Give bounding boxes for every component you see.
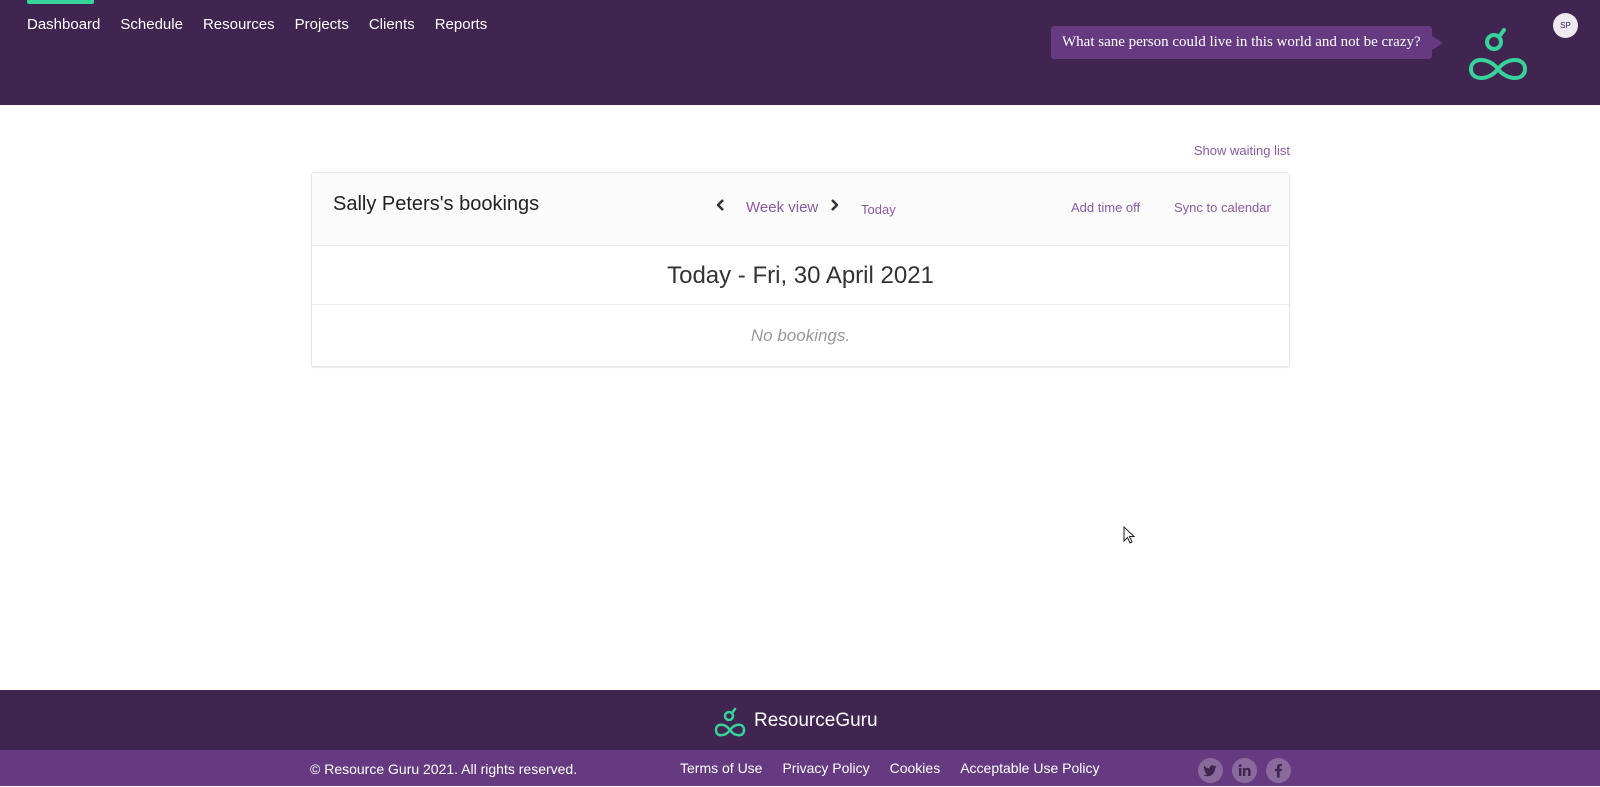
terms-of-use-link[interactable]: Terms of Use — [680, 760, 762, 776]
resource-guru-logo-icon[interactable] — [1467, 25, 1529, 83]
show-waiting-list-link[interactable]: Show waiting list — [1100, 143, 1290, 158]
main-nav: Dashboard Schedule Resources Projects Cl… — [27, 14, 487, 36]
add-time-off-link[interactable]: Add time off — [1071, 200, 1140, 215]
nav-clients[interactable]: Clients — [369, 14, 415, 36]
mouse-cursor-icon — [1123, 526, 1135, 544]
acceptable-use-policy-link[interactable]: Acceptable Use Policy — [960, 760, 1099, 776]
top-navbar: Dashboard Schedule Resources Projects Cl… — [0, 0, 1600, 105]
nav-dashboard[interactable]: Dashboard — [27, 14, 100, 36]
facebook-icon[interactable] — [1266, 758, 1291, 783]
nav-projects[interactable]: Projects — [295, 14, 349, 36]
user-avatar[interactable]: SP — [1553, 13, 1578, 38]
week-view-toggle[interactable]: Week view — [746, 199, 818, 216]
bookings-card-header: Sally Peters's bookings Week view Today … — [312, 173, 1289, 246]
footer-brand-name: ResourceGuru — [754, 710, 878, 731]
bookings-card: Sally Peters's bookings Week view Today … — [311, 172, 1290, 367]
copyright-text: © Resource Guru 2021. All rights reserve… — [310, 761, 578, 777]
footer-links: Terms of Use Privacy Policy Cookies Acce… — [680, 760, 1100, 776]
privacy-policy-link[interactable]: Privacy Policy — [782, 760, 869, 776]
sync-to-calendar-link[interactable]: Sync to calendar — [1174, 200, 1271, 215]
active-nav-indicator — [27, 0, 94, 4]
chevron-left-icon[interactable] — [715, 198, 727, 212]
cookies-link[interactable]: Cookies — [890, 760, 941, 776]
guru-quote-bubble: What sane person could live in this worl… — [1051, 26, 1443, 59]
nav-resources[interactable]: Resources — [203, 14, 275, 36]
nav-schedule[interactable]: Schedule — [120, 14, 183, 36]
today-button[interactable]: Today — [861, 202, 896, 217]
chevron-right-icon[interactable] — [828, 198, 840, 212]
nav-reports[interactable]: Reports — [435, 14, 488, 36]
linkedin-icon[interactable] — [1232, 758, 1257, 783]
twitter-icon[interactable] — [1198, 758, 1223, 783]
page-title: Sally Peters's bookings — [333, 193, 540, 215]
resource-guru-footer-logo-icon — [714, 707, 746, 737]
empty-bookings-message: No bookings. — [750, 326, 851, 345]
date-heading: Today - Fri, 30 April 2021 — [312, 246, 1289, 305]
